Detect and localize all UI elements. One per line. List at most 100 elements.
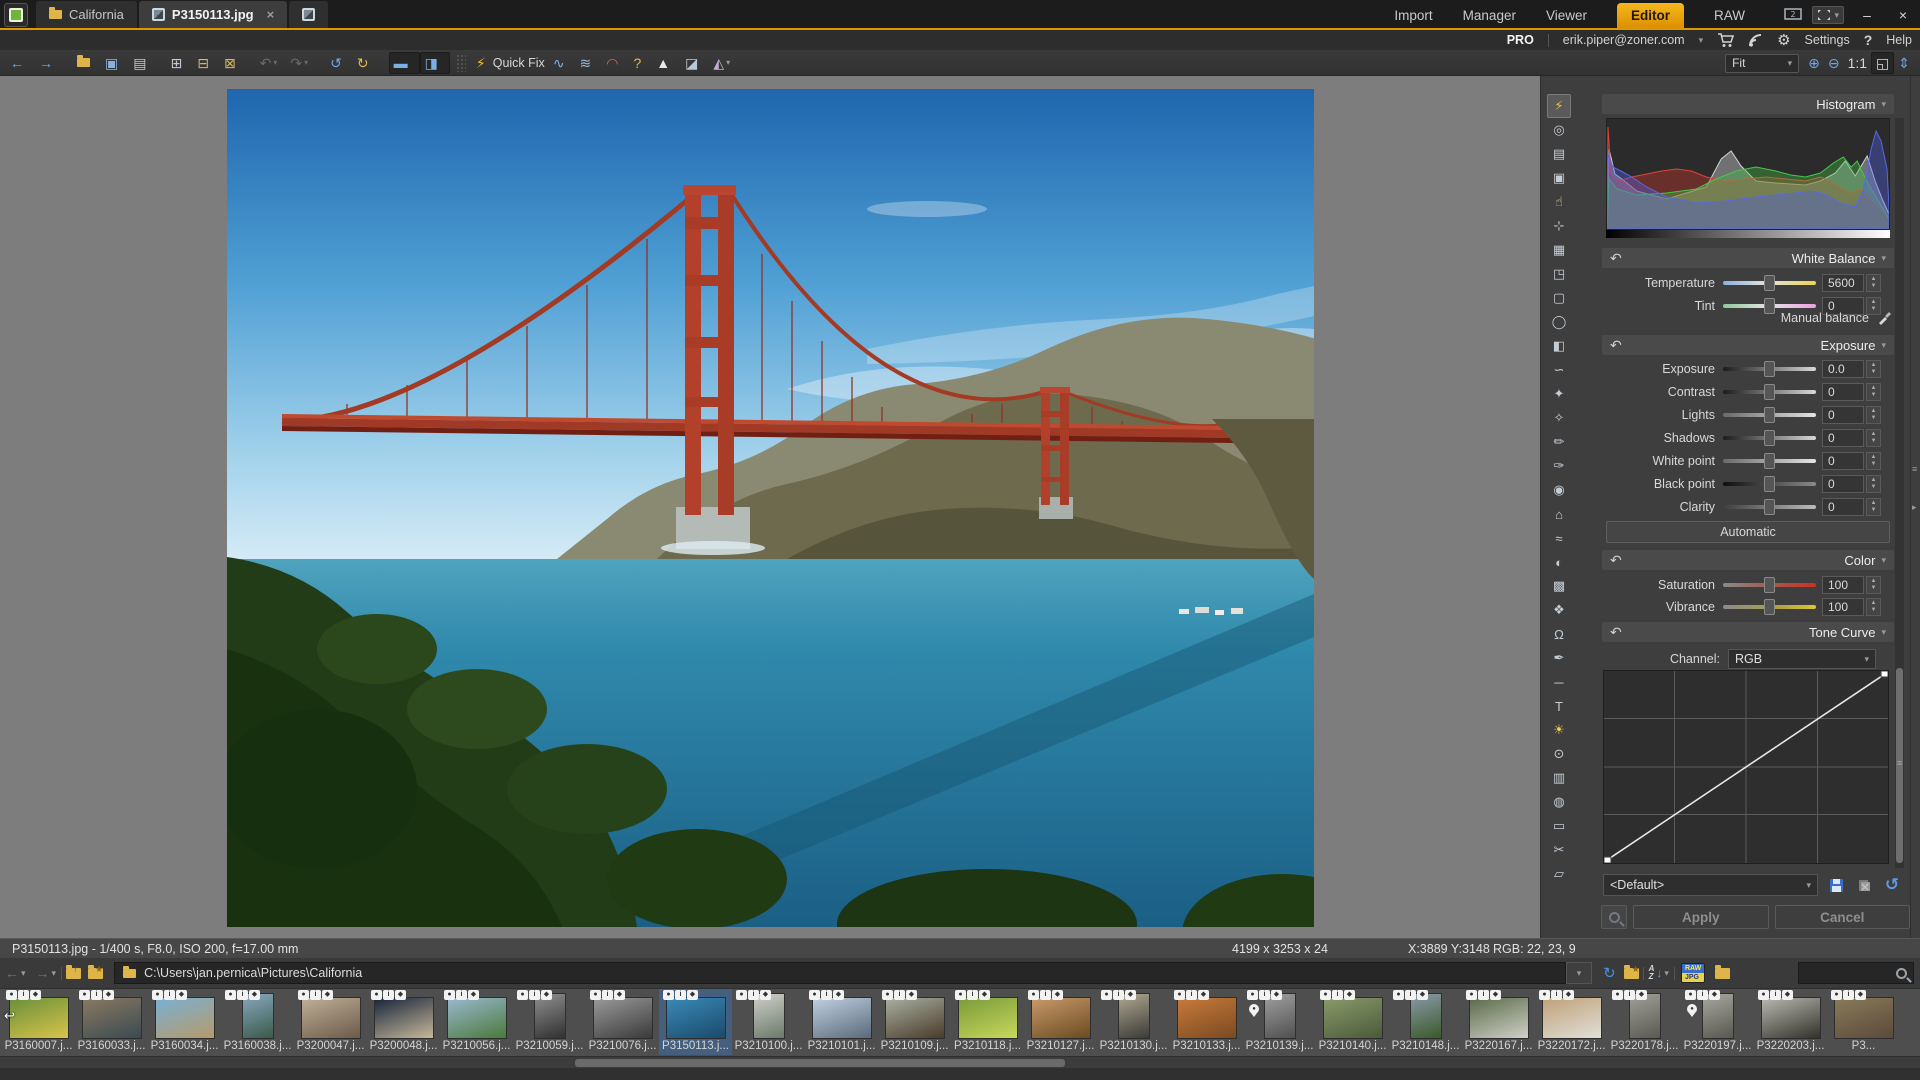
slider-track[interactable] [1723,275,1816,291]
filmstrip-item[interactable]: ● i ◆ ● ↩ P3200048.j... [367,989,440,1055]
nav-back-button[interactable]: ← ▾ [0,962,31,984]
tool-button[interactable]: ⊙ [1547,742,1571,766]
filmstrip-item[interactable]: ● i ◆ ● ↩ P3160038.j... [221,989,294,1055]
close-tab-icon[interactable]: × [267,7,275,22]
folder-up-button[interactable]: ↑ [62,962,84,984]
preset-select[interactable]: <Default> ▾ [1603,874,1818,896]
slider-track[interactable] [1723,430,1816,446]
automatic-button[interactable]: Automatic [1606,521,1890,543]
toolbar-button[interactable]: ∿ [549,52,576,74]
filmstrip-item[interactable]: ● i ◆ ● ↩ P3210127.j... [1024,989,1097,1055]
save-preset-icon[interactable] [1826,875,1846,895]
tool-button[interactable]: ◎ [1547,118,1571,142]
app-logo-icon[interactable] [4,3,28,27]
module-tab[interactable]: Import [1394,8,1432,23]
filmstrip-item[interactable]: ● i ◆ ● ↩ P3210109.j... [878,989,951,1055]
value-input[interactable]: 100 [1822,576,1864,594]
toolbar-button[interactable]: ⊟ [193,52,220,74]
toolbar-button[interactable]: ⊠ [220,52,247,74]
slider-thumb[interactable] [1764,430,1775,446]
filmstrip-item[interactable]: ● i ◆ ● ↩ P3220178.j... [1608,989,1681,1055]
slider-track[interactable] [1723,298,1816,314]
folder-favorites-button[interactable]: ★ [1621,962,1643,984]
filmstrip-item[interactable]: ● i ◆ ● ↩ P3210118.j... [951,989,1024,1055]
filmstrip-item[interactable]: ● i ◆ ● ↩ P3210056.j... [440,989,513,1055]
toolbar-button[interactable]: ◨ [419,51,450,74]
tool-button[interactable]: ▩ [1547,574,1571,598]
slider-thumb[interactable] [1764,577,1775,593]
settings-menu[interactable]: Settings [1805,33,1850,47]
spinner[interactable]: ▲ ▼ [1866,360,1881,378]
value-input[interactable]: 0 [1822,452,1864,470]
slider-thumb[interactable] [1764,599,1775,615]
tool-button[interactable]: ◳ [1547,262,1571,286]
tool-button[interactable]: ✧ [1547,406,1571,430]
value-input[interactable]: 0 [1822,383,1864,401]
undo-icon[interactable]: ↶ [1610,552,1622,569]
apply-button[interactable]: Apply [1633,905,1769,929]
toolbar-button[interactable]: ↻ [353,52,380,74]
tool-button[interactable]: ❖ [1547,598,1571,622]
tab-p3150113[interactable]: P3150113.jpg × [138,1,288,28]
value-input[interactable]: 0.0 [1822,360,1864,378]
toolbar-button[interactable] [157,52,166,74]
value-input[interactable]: 0 [1822,475,1864,493]
filmstrip-item[interactable]: ● i ◆ ● ↩ P3220197.j... [1681,989,1754,1055]
tool-button[interactable]: ▣ [1547,166,1571,190]
module-tab[interactable]: RAW [1714,8,1745,23]
editor-canvas[interactable] [0,76,1540,938]
undo-icon[interactable]: ↶ [1610,250,1622,267]
eyedropper-icon[interactable] [1877,310,1892,325]
toolbar-button[interactable]: ▬ [388,51,420,74]
refresh-button[interactable]: ↻ [1598,962,1621,984]
browse-folder-button[interactable] [1711,962,1733,984]
toolbar-button[interactable]: ? [630,52,653,74]
filmstrip-item[interactable]: ● i ◆ ● ↩ P3... [1827,989,1900,1055]
slider-thumb[interactable] [1764,275,1775,291]
filmstrip-item[interactable]: ● i ◆ ● ↩ P3210148.j... [1389,989,1462,1055]
slider-track[interactable] [1723,407,1816,423]
nav-forward-button[interactable]: → ▾ [31,962,62,984]
tool-button[interactable]: ▦ [1547,238,1571,262]
tool-button[interactable]: ◍ [1547,790,1571,814]
favorite-folder-button[interactable]: ★ [84,962,106,984]
module-tab[interactable]: Viewer [1546,8,1587,23]
cart-icon[interactable] [1717,32,1735,48]
filmstrip-item[interactable]: ● i ◆ ● ↩ P3220167.j... [1462,989,1535,1055]
tone-curve-header[interactable]: ↶ Tone Curve ▾ [1602,622,1894,642]
tool-button[interactable]: Ω [1547,622,1571,646]
slider-track[interactable] [1723,577,1816,593]
slider-thumb[interactable] [1764,476,1775,492]
tool-button[interactable]: ▢ [1547,286,1571,310]
tool-button[interactable]: ⊹ [1547,214,1571,238]
tool-button[interactable]: ◯ [1547,310,1571,334]
slider-track[interactable] [1723,499,1816,515]
search-input[interactable] [1798,962,1914,984]
filmstrip-item[interactable]: ● i ◆ ● ↩ P3210101.j... [805,989,878,1055]
gear-icon[interactable]: ⚙ [1777,31,1790,49]
spinner[interactable]: ▲ ▼ [1866,576,1881,594]
scrollbar-thumb[interactable] [575,1059,1065,1067]
toolbar-button[interactable]: ↶ ▾ [256,52,287,74]
toolbar-button[interactable]: ◠ [602,52,629,74]
toolbar-button[interactable]: ← [6,52,35,74]
tool-button[interactable]: ⚡ [1547,94,1571,118]
tool-button[interactable]: ▤ [1547,142,1571,166]
tool-button[interactable]: ◉ [1547,478,1571,502]
delete-preset-icon[interactable] [1854,875,1874,895]
filmstrip-item[interactable]: ● i ◆ ● ↩ P3160034.j... [148,989,221,1055]
path-input[interactable]: C:\Users\jan.pernica\Pictures\California [114,962,1567,984]
tool-button[interactable]: T [1547,694,1571,718]
view-zoom-button[interactable]: ⊕ [1804,52,1824,74]
tool-button[interactable]: ☀ [1547,718,1571,742]
toolbar-button[interactable]: ⚡ Quick Fix [472,52,549,74]
view-zoom-button[interactable]: ◱ [1871,52,1895,74]
slider-track[interactable] [1723,599,1816,615]
spinner[interactable]: ▲ ▼ [1866,598,1881,616]
tool-button[interactable]: ✑ [1547,454,1571,478]
slider-track[interactable] [1723,384,1816,400]
second-monitor-icon[interactable]: 2 [1784,8,1803,22]
toolbar-button[interactable]: ◭ ▾ [709,52,739,74]
toolbar-button[interactable] [455,53,466,72]
toolbar-button[interactable]: → [35,52,64,74]
